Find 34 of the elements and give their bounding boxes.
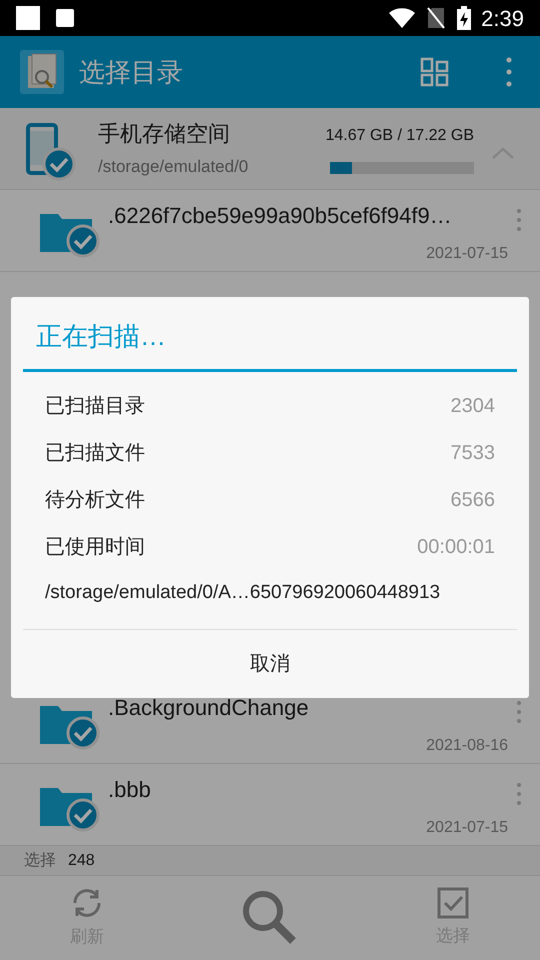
folder-date: 2021-08-16 [426, 736, 508, 756]
stat-value: 00:00:01 [417, 534, 495, 560]
checkbox-icon [437, 887, 469, 920]
stat-value: 6566 [450, 488, 495, 512]
stat-label: 已扫描文件 [45, 440, 145, 466]
clock: 2:39 [481, 4, 524, 32]
more-icon[interactable] [516, 700, 522, 724]
scan-path: /storage/emulated/0/A…650796920060448913 [45, 581, 440, 606]
storage-name: 手机存储空间 [98, 120, 231, 148]
stat-label: 已使用时间 [45, 534, 145, 560]
notification-icon [16, 6, 40, 30]
app-notification-icon [56, 9, 74, 27]
storage-usage: 14.67 GB / 17.22 GB [325, 126, 474, 146]
selection-count: 248 [68, 850, 95, 870]
no-sim-icon [427, 7, 446, 29]
folder-name: .bbb [108, 776, 152, 804]
overflow-menu-icon[interactable] [506, 57, 512, 87]
grid-view-icon[interactable] [420, 57, 450, 87]
wifi-icon [389, 8, 416, 28]
more-icon[interactable] [516, 208, 522, 232]
stat-label: 待分析文件 [45, 488, 145, 512]
folder-date: 2021-07-15 [426, 818, 508, 838]
stat-value: 7533 [450, 440, 495, 466]
more-icon[interactable] [516, 782, 522, 806]
battery-charging-icon [457, 6, 472, 30]
stat-label: 已扫描目录 [45, 394, 145, 418]
app-logo-icon [20, 50, 64, 94]
screen-title: 选择目录 [79, 56, 184, 88]
folder-name: .6226f7cbe59e99a90b5cef6f94f9… [108, 202, 453, 230]
stat-value: 2304 [450, 394, 495, 418]
dialog-title: 正在扫描… [35, 320, 167, 353]
selection-label: 选择 [24, 850, 56, 870]
folder-date: 2021-07-15 [426, 244, 508, 264]
storage-path: /storage/emulated/0 [98, 156, 250, 178]
